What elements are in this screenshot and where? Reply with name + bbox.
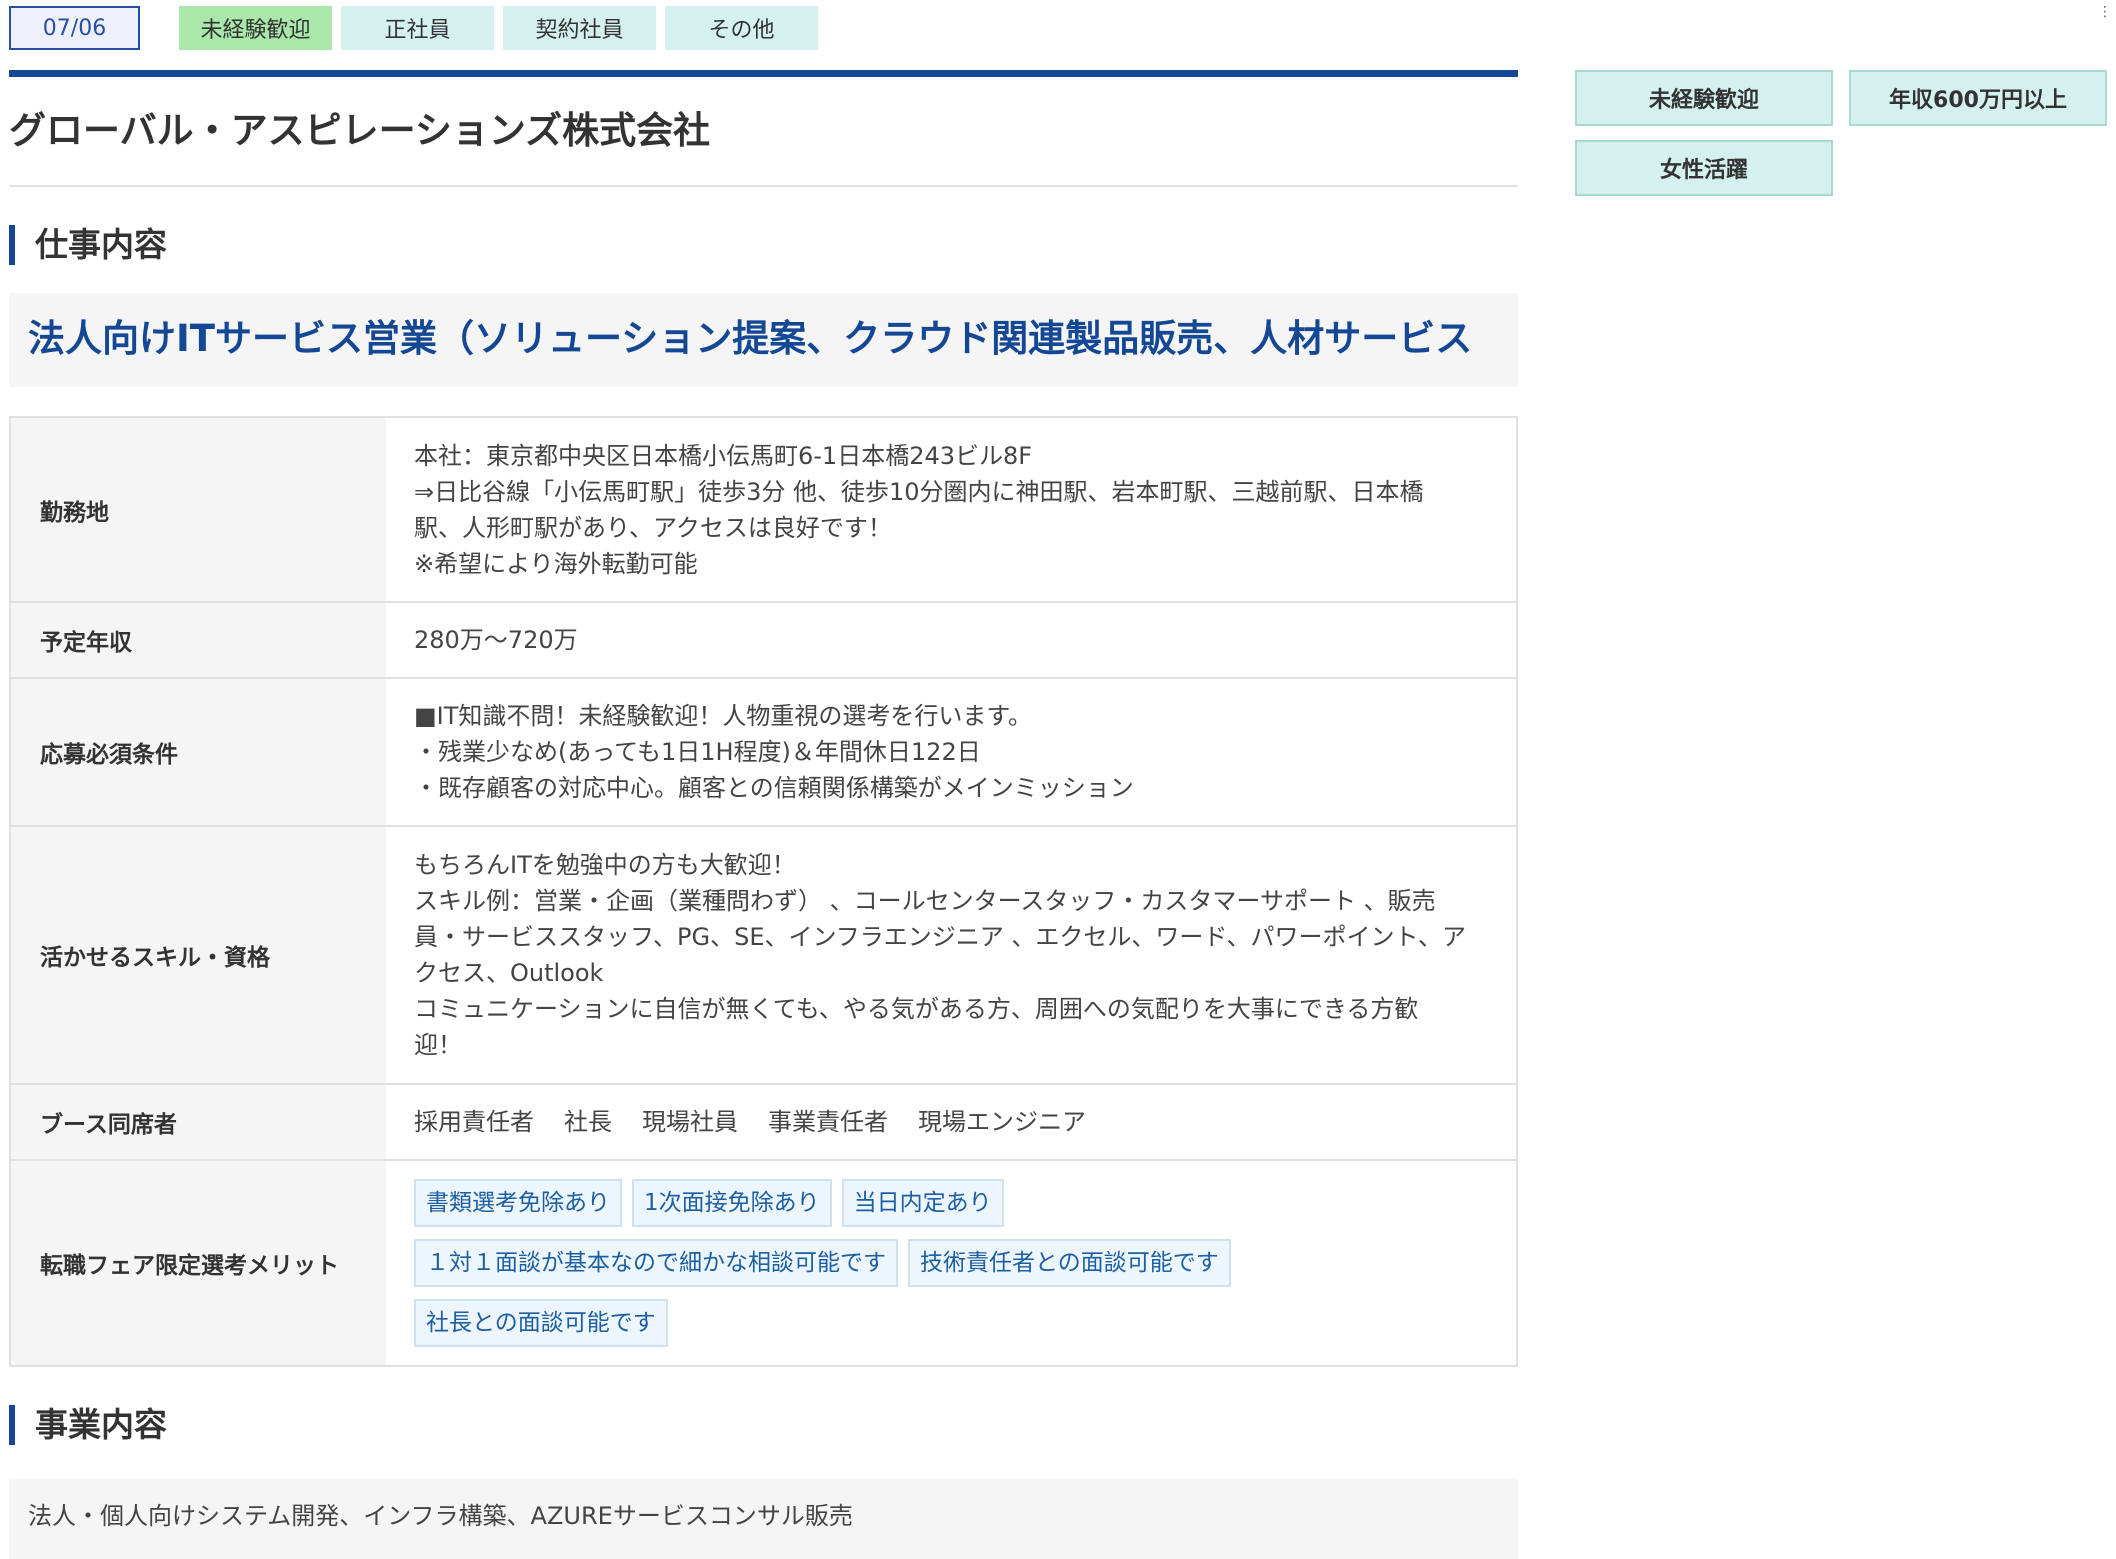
- merits-label: 転職フェア限定選考メリット: [10, 1159, 386, 1366]
- location-value: 本社：東京都中央区日本橋小伝馬町6-1日本橋243ビル8F ⇒日比谷線「小伝馬町…: [386, 416, 1517, 602]
- location-line: ※希望により海外転勤可能: [414, 549, 698, 578]
- tag-keiyaku: 契約社員: [503, 6, 656, 50]
- requirements-label: 応募必須条件: [10, 677, 386, 826]
- business-section-heading: 事業内容: [9, 1405, 1518, 1445]
- tag-mikeiken: 未経験歓迎: [179, 6, 332, 50]
- requirements-line: ・残業少なめ(あっても1日1H程度)＆年間休日122日: [414, 738, 981, 766]
- booth-attendee: 採用責任者: [414, 1108, 534, 1136]
- skills-line: 員・サービススタッフ、PG、SE、インフラエンジニア 、エクセル、ワード、パワー…: [414, 923, 1466, 951]
- skills-value: もちろんITを勉強中の方も大歓迎！ スキル例：営業・企画（業種問わず） 、コール…: [386, 825, 1517, 1084]
- scroll-corner-icon: ⋮: [2098, 4, 2112, 20]
- job-title: 法人向けITサービス営業（ソリューション提案、クラウド関連製品販売、人材サービス: [9, 293, 1518, 387]
- tag-sonota: その他: [665, 6, 818, 50]
- location-line: ⇒日比谷線「小伝馬町駅」徒歩3分 他、徒歩10分圏内に神田駅、岩本町駅、三越前駅…: [414, 477, 1424, 506]
- table-row: 予定年収 280万～720万: [10, 601, 1517, 678]
- requirements-line: ■IT知識不問！未経験歓迎！人物重視の選考を行います。: [414, 702, 1033, 730]
- skills-line: もちろんITを勉強中の方も大歓迎！: [414, 851, 796, 879]
- skills-label: 活かせるスキル・資格: [10, 825, 386, 1084]
- booth-label: ブース同席者: [10, 1083, 386, 1160]
- job-details-table: 勤務地 本社：東京都中央区日本橋小伝馬町6-1日本橋243ビル8F ⇒日比谷線「…: [9, 416, 1518, 1367]
- merit-tag: 書類選考免除あり: [414, 1179, 622, 1227]
- business-description: 法人・個人向けシステム開発、インフラ構築、AZUREサービスコンサル販売: [9, 1479, 1518, 1559]
- table-row: 応募必須条件 ■IT知識不問！未経験歓迎！人物重視の選考を行います。 ・残業少な…: [10, 677, 1517, 826]
- requirements-value: ■IT知識不問！未経験歓迎！人物重視の選考を行います。 ・残業少なめ(あっても1…: [386, 677, 1517, 826]
- merit-tag: １対１面談が基本なので細かな相談可能です: [414, 1239, 898, 1287]
- booth-attendee: 現場エンジニア: [918, 1108, 1086, 1136]
- header-divider: [9, 70, 1518, 77]
- merit-tag: 1次面接免除あり: [632, 1179, 832, 1227]
- sidebar-tag-josei: 女性活躍: [1575, 140, 1833, 196]
- merit-tag: 技術責任者との面談可能です: [908, 1239, 1231, 1287]
- skills-line: コミュニケーションに自信が無くても、やる気がある方、周囲への気配りを大事にできる…: [414, 995, 1419, 1023]
- merit-list: 書類選考免除あり 1次面接免除あり 当日内定あり １対１面談が基本なので細かな相…: [414, 1175, 1488, 1351]
- merit-tag: 当日内定あり: [841, 1179, 1004, 1227]
- table-row: 勤務地 本社：東京都中央区日本橋小伝馬町6-1日本橋243ビル8F ⇒日比谷線「…: [10, 416, 1517, 602]
- location-label: 勤務地: [10, 416, 386, 602]
- tag-seishain: 正社員: [341, 6, 494, 50]
- table-row: ブース同席者 採用責任者 社長 現場社員 事業責任者 現場エンジニア: [10, 1083, 1517, 1160]
- booth-attendee: 事業責任者: [768, 1108, 888, 1136]
- table-row: 転職フェア限定選考メリット 書類選考免除あり 1次面接免除あり 当日内定あり １…: [10, 1159, 1517, 1366]
- location-line: 本社：東京都中央区日本橋小伝馬町6-1日本橋243ビル8F: [414, 441, 1033, 470]
- company-name: グローバル・アスピレーションズ株式会社: [9, 77, 1518, 187]
- job-section-heading: 仕事内容: [9, 225, 1518, 265]
- merit-tag: 社長との面談可能です: [414, 1299, 668, 1347]
- salary-value: 280万～720万: [386, 601, 1517, 678]
- date-badge: 07/06: [9, 6, 140, 50]
- booth-attendee: 現場社員: [642, 1108, 738, 1136]
- location-line: 駅、人形町駅があり、アクセスは良好です！: [414, 513, 892, 542]
- skills-line: 迎！: [414, 1031, 462, 1059]
- salary-label: 予定年収: [10, 601, 386, 678]
- merits-value: 書類選考免除あり 1次面接免除あり 当日内定あり １対１面談が基本なので細かな相…: [386, 1159, 1517, 1366]
- header-tags: 07/06 未経験歓迎 正社員 契約社員 その他: [9, 6, 1518, 56]
- booth-value: 採用責任者 社長 現場社員 事業責任者 現場エンジニア: [386, 1083, 1517, 1160]
- booth-attendee: 社長: [564, 1108, 612, 1136]
- sidebar-tag-mikeiken: 未経験歓迎: [1575, 70, 1833, 126]
- skills-line: クセス、Outlook: [414, 959, 604, 987]
- skills-line: スキル例：営業・企画（業種問わず） 、コールセンタースタッフ・カスタマーサポート…: [414, 887, 1436, 915]
- job-detail-main: 07/06 未経験歓迎 正社員 契約社員 その他 グローバル・アスピレーションズ…: [9, 0, 1518, 1559]
- requirements-line: ・既存顧客の対応中心。顧客との信頼関係構築がメインミッション: [414, 774, 1134, 802]
- table-row: 活かせるスキル・資格 もちろんITを勉強中の方も大歓迎！ スキル例：営業・企画（…: [10, 825, 1517, 1084]
- sidebar-tag-nenshu: 年収600万円以上: [1849, 70, 2107, 126]
